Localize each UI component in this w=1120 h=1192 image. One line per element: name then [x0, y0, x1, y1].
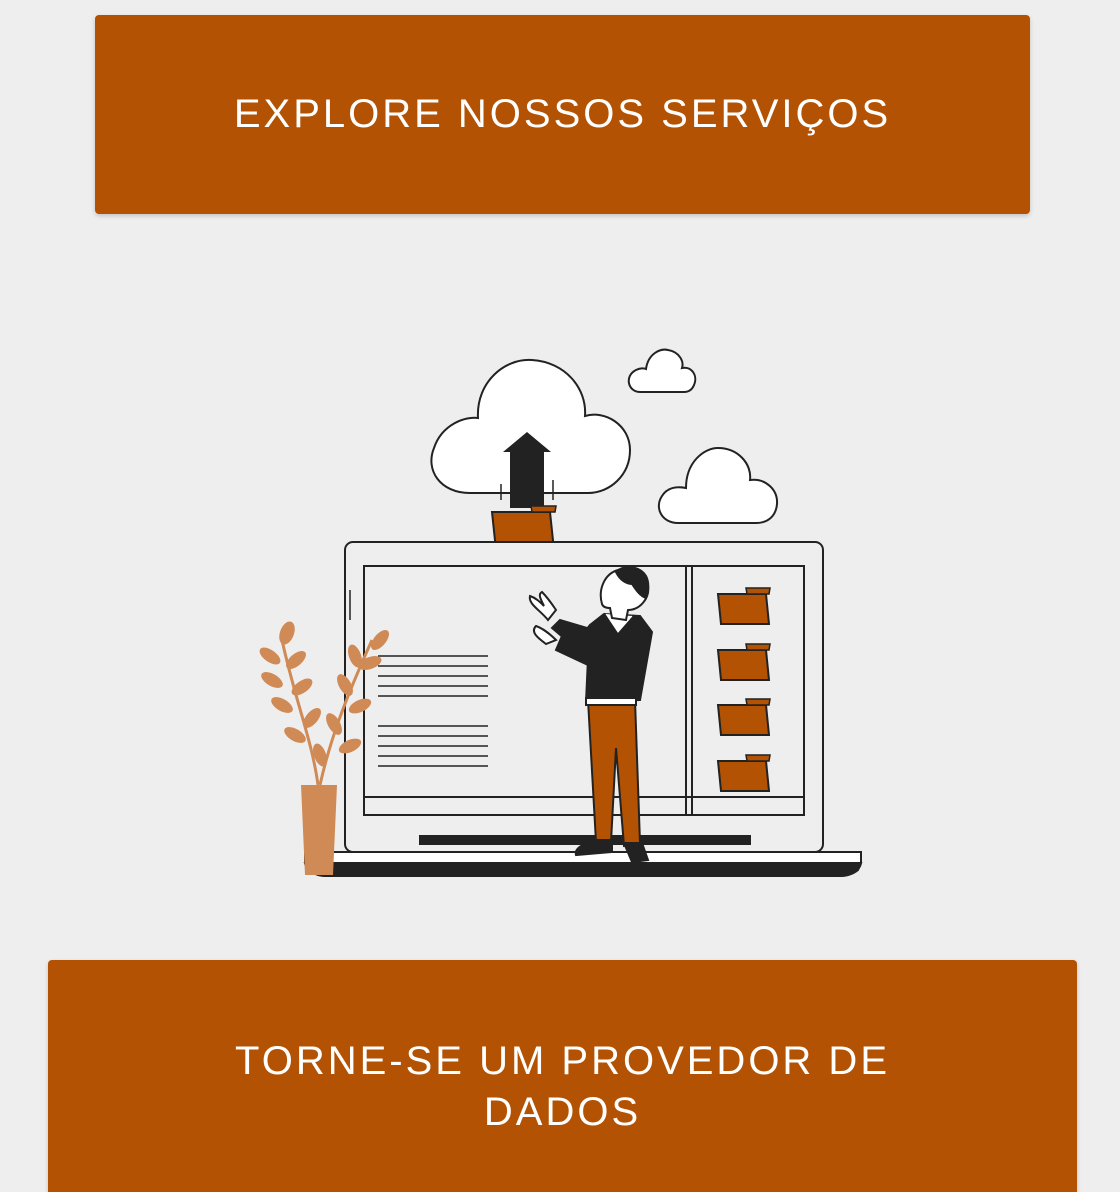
cloud-icon [657, 446, 779, 524]
page: EXPLORE NOSSOS SERVIÇOS TORNE-SE UM PROV… [0, 0, 1120, 1192]
laptop-icon [303, 541, 863, 877]
explore-services-label: EXPLORE NOSSOS SERVIÇOS [233, 92, 892, 136]
folder-icon [716, 587, 771, 792]
explore-services-button[interactable]: EXPLORE NOSSOS SERVIÇOS [95, 15, 1030, 214]
become-provider-label: TORNE-SE UM PROVEDOR DE DADOS [235, 1039, 890, 1134]
plant-icon [259, 621, 389, 875]
cloud-icon [627, 348, 697, 393]
person-icon [528, 566, 654, 864]
cloud-icon [430, 358, 632, 494]
upload-arrow-icon [500, 432, 554, 508]
folder-icon [490, 505, 588, 596]
become-provider-button[interactable]: TORNE-SE UM PROVEDOR DE DADOS [48, 960, 1077, 1192]
